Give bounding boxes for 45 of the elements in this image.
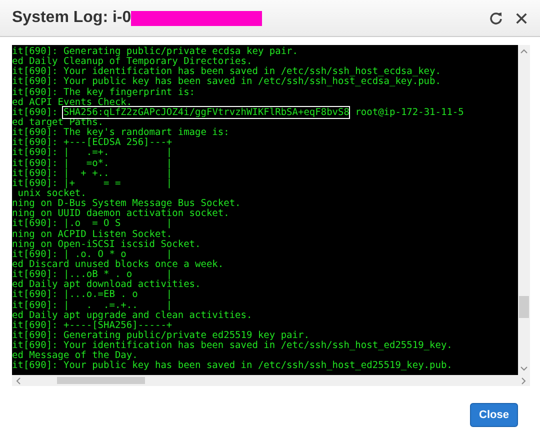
scroll-down-icon[interactable] bbox=[520, 366, 528, 372]
vertical-scrollbar[interactable] bbox=[518, 45, 530, 375]
scroll-left-icon[interactable] bbox=[15, 376, 21, 384]
log-line: it[690]: Your identification has been saved in /etc/ssh/ssh_host_ecdsa_key. bbox=[12, 67, 442, 78]
scroll-up-icon[interactable] bbox=[520, 48, 528, 54]
log-line: it[690]: The key's randomart image is: bbox=[12, 128, 230, 138]
scrollbar-thumb[interactable] bbox=[519, 296, 529, 318]
close-button[interactable]: Close bbox=[470, 402, 518, 426]
log-line: ed Discard unused blocks once a week. bbox=[12, 260, 225, 270]
log-line: it[690]: |+ = = | bbox=[12, 178, 174, 189]
close-icon[interactable] bbox=[515, 12, 528, 24]
log-line: it[690]: | =o*. | bbox=[12, 158, 174, 169]
log-line: it[690]: bbox=[12, 106, 59, 118]
log-line: it[690]: | + +.. | bbox=[12, 168, 174, 179]
log-line: it[690]: Generating public/private ecdsa key pair. bbox=[12, 47, 299, 57]
refresh-icon[interactable] bbox=[489, 11, 503, 25]
log-line: it[690]: | .=+. | bbox=[12, 148, 174, 158]
log-line: ning on ACPID Listen Socket. bbox=[12, 230, 172, 240]
fingerprint-text: SHA256:qLfZ2zGAPcJOZ4i/ggFVtrvzhWIKFlRbSA+eqF8bvS8 bbox=[63, 106, 350, 118]
log-line: ning on UUID daemon activation socket. bbox=[12, 209, 230, 220]
log-line: it[690]: Your identification has been saved in /etc/ssh/ssh_host_ed25519_key. bbox=[12, 341, 454, 352]
log-line: it[690]: Your public key has been saved in /etc/ssh/ssh_host_ed25519_key.pub. bbox=[12, 361, 454, 372]
log-line: it[690]: |...oB * . o | bbox=[12, 270, 172, 280]
log-line: unix socket. bbox=[18, 188, 88, 199]
dialog-title: System Log: i-0 bbox=[12, 9, 132, 27]
horizontal-scrollbar[interactable] bbox=[12, 375, 530, 386]
log-line: ed Message of the Day. bbox=[12, 351, 138, 362]
log-line: root@ip-172-31-11-5 bbox=[354, 106, 464, 118]
log-line: it[690]: |.o = O S | bbox=[12, 219, 174, 230]
log-line: it[690]: +---[ECDSA 256]---+ bbox=[12, 138, 174, 148]
log-line: ed Daily apt download activities. bbox=[12, 280, 202, 290]
log-line: ning on D-Bus System Message Bus Socket. bbox=[12, 199, 242, 210]
scroll-right-icon[interactable] bbox=[521, 376, 527, 384]
log-line: ning on Open-iSCSI iscsid Socket. bbox=[12, 240, 202, 250]
log-line: it[690]: The key fingerprint is: bbox=[12, 88, 196, 98]
log-line: it[690]: +----[SHA256]-----+ bbox=[12, 320, 172, 331]
log-line: ed Daily apt upgrade and clean activities. bbox=[12, 310, 254, 321]
log-line: it[690]: Your public key has been saved in /etc/ssh/ssh_host_ecdsa_key.pub. bbox=[12, 77, 442, 88]
scrollbar-thumb[interactable] bbox=[57, 377, 145, 384]
log-line: ed ACPI Events Check. bbox=[12, 98, 132, 108]
log-line: it[690]: | .o. O * o | bbox=[12, 250, 174, 260]
log-line: it[690]: Generating public/private ed25519 key pair. bbox=[12, 330, 310, 341]
log-line: ed Daily Cleanup of Temporary Directories. bbox=[12, 57, 252, 68]
log-line: it[690]: | . .=.+.. | bbox=[12, 300, 172, 311]
log-line: it[690]: |...o.=EB . o | bbox=[12, 290, 174, 300]
